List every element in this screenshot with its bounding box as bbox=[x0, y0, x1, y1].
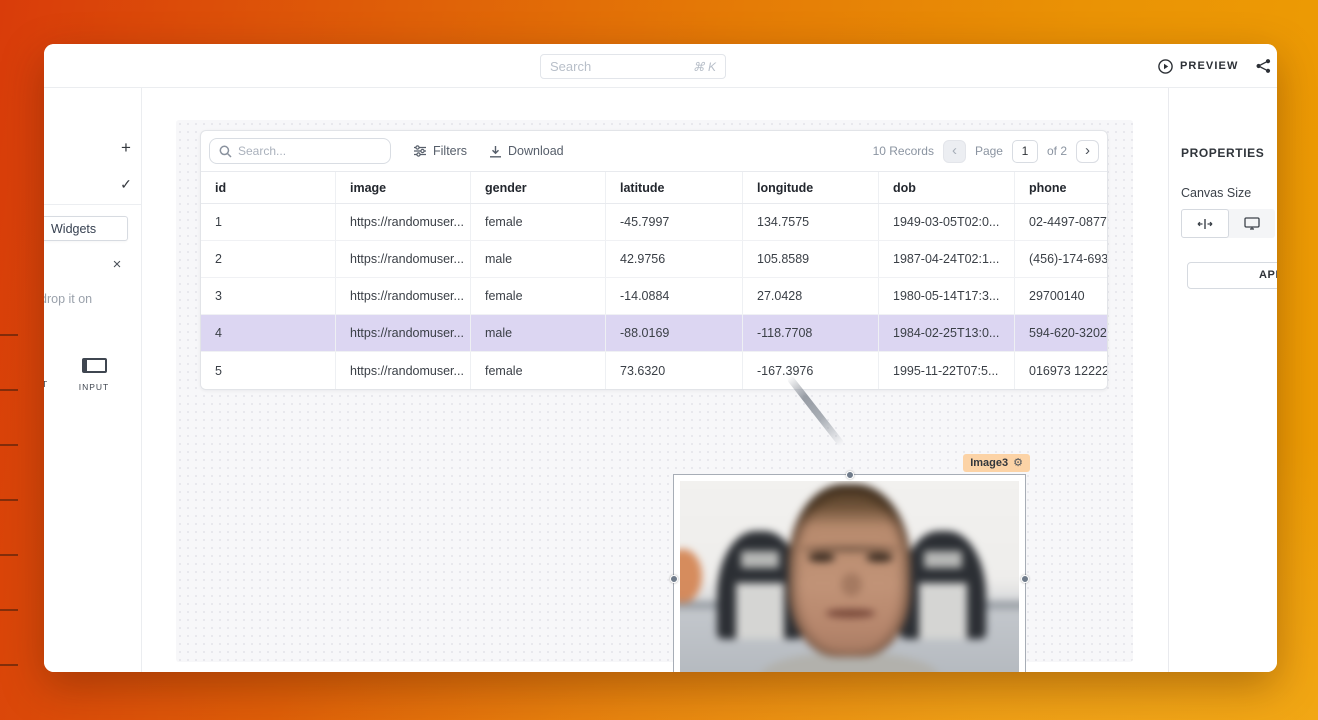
resize-handle-top[interactable] bbox=[846, 471, 854, 479]
search-shortcut-hint: ⌘ K bbox=[693, 60, 716, 74]
widgets-search-field[interactable] bbox=[44, 222, 127, 236]
horizontal-resize-icon bbox=[1197, 218, 1213, 230]
ruler-tick bbox=[0, 664, 18, 666]
table-pagination: 10 Records ‹ Page of 2 › bbox=[873, 131, 1099, 171]
column-header-id[interactable]: id bbox=[201, 172, 336, 203]
table-row[interactable]: 2 https://randomuser... male 42.9756 105… bbox=[201, 241, 1107, 278]
canvas-size-label: Canvas Size bbox=[1181, 186, 1251, 200]
column-header-phone[interactable]: phone bbox=[1015, 172, 1108, 203]
filters-icon bbox=[413, 145, 427, 157]
table-row[interactable]: 1 https://randomuser... female -45.7997 … bbox=[201, 204, 1107, 241]
table-widget[interactable]: Filters Download 10 Records ‹ Page of 2 … bbox=[200, 130, 1108, 390]
app-canvas[interactable]: Filters Download 10 Records ‹ Page of 2 … bbox=[176, 120, 1133, 662]
filters-button[interactable]: Filters bbox=[413, 144, 467, 158]
table-toolbar: Filters Download 10 Records ‹ Page of 2 … bbox=[201, 131, 1107, 171]
preview-button[interactable]: PREVIEW bbox=[1158, 56, 1238, 76]
global-search-input[interactable]: ⌘ K bbox=[540, 54, 726, 79]
widget-name-label: Image3 bbox=[970, 457, 1008, 469]
table-row[interactable]: 3 https://randomuser... female -14.0884 … bbox=[201, 278, 1107, 315]
page-number-input[interactable] bbox=[1012, 140, 1038, 163]
monitor-icon bbox=[1244, 217, 1260, 230]
previous-page-button[interactable]: ‹ bbox=[943, 140, 966, 163]
close-icon[interactable]: × bbox=[108, 256, 126, 274]
share-button[interactable] bbox=[1252, 56, 1274, 76]
ruler-tick bbox=[0, 389, 18, 391]
gear-icon[interactable]: ⚙ bbox=[1013, 458, 1023, 469]
column-header-dob[interactable]: dob bbox=[879, 172, 1015, 203]
apply-button-label: APPLY bbox=[1259, 269, 1277, 281]
share-nodes-icon bbox=[1255, 58, 1272, 74]
clipped-widget-label: T bbox=[44, 379, 48, 389]
filters-label: Filters bbox=[433, 144, 467, 158]
widget-name-chip[interactable]: Image3 ⚙ bbox=[963, 454, 1030, 472]
ruler-tick bbox=[0, 334, 18, 336]
canvas-size-toggle bbox=[1181, 209, 1275, 238]
download-label: Download bbox=[508, 144, 564, 158]
image-widget-image3[interactable]: Image3 ⚙ bbox=[673, 474, 1026, 672]
sidebar-divider bbox=[44, 204, 141, 205]
left-sidebar: + ✓ × drop it on T INPUT bbox=[44, 88, 142, 672]
ruler-tick bbox=[0, 554, 18, 556]
ruler-tick bbox=[0, 499, 18, 501]
play-circle-icon bbox=[1158, 59, 1173, 74]
column-header-image[interactable]: image bbox=[336, 172, 471, 203]
page-label: Page bbox=[975, 144, 1003, 158]
global-search-field[interactable] bbox=[550, 59, 693, 74]
table-search-field[interactable] bbox=[238, 144, 381, 158]
table-row-selected[interactable]: 4 https://randomuser... male -88.0169 -1… bbox=[201, 315, 1107, 352]
page-total-label: of 2 bbox=[1047, 144, 1067, 158]
ruler-tick bbox=[0, 609, 18, 611]
input-widget-card[interactable]: INPUT bbox=[70, 358, 118, 392]
drop-hint-text: drop it on bbox=[44, 292, 92, 306]
properties-title: PROPERTIES bbox=[1181, 146, 1264, 160]
fluid-width-button[interactable] bbox=[1181, 209, 1229, 238]
download-icon bbox=[489, 145, 502, 158]
properties-panel: PROPERTIES Canvas Size APPLY bbox=[1169, 88, 1277, 672]
table-header-row: id image gender latitude longitude dob p… bbox=[201, 171, 1107, 204]
resize-handle-right[interactable] bbox=[1021, 575, 1029, 583]
download-button[interactable]: Download bbox=[489, 144, 564, 158]
widgets-search-box[interactable] bbox=[44, 216, 128, 241]
add-page-button[interactable]: + bbox=[116, 138, 136, 158]
input-widget-label: INPUT bbox=[70, 382, 118, 392]
column-header-gender[interactable]: gender bbox=[471, 172, 606, 203]
search-icon bbox=[219, 145, 232, 158]
ruler-tick bbox=[0, 444, 18, 446]
table-row[interactable]: 5 https://randomuser... female 73.6320 -… bbox=[201, 352, 1107, 389]
app-builder-window: ⌘ K PREVIEW + ✓ × drop it on T bbox=[44, 44, 1277, 672]
topbar: ⌘ K PREVIEW bbox=[44, 44, 1277, 88]
confirm-check-icon[interactable]: ✓ bbox=[116, 176, 136, 193]
desktop-width-button[interactable] bbox=[1229, 209, 1275, 238]
portrait-photo bbox=[680, 481, 1019, 672]
preview-label: PREVIEW bbox=[1180, 60, 1238, 72]
records-count: 10 Records bbox=[873, 144, 934, 158]
column-header-latitude[interactable]: latitude bbox=[606, 172, 743, 203]
column-header-longitude[interactable]: longitude bbox=[743, 172, 879, 203]
resize-handle-left[interactable] bbox=[670, 575, 678, 583]
table-search-box[interactable] bbox=[209, 138, 391, 164]
input-widget-icon bbox=[82, 358, 107, 373]
apply-button[interactable]: APPLY bbox=[1187, 262, 1277, 289]
next-page-button[interactable]: › bbox=[1076, 140, 1099, 163]
